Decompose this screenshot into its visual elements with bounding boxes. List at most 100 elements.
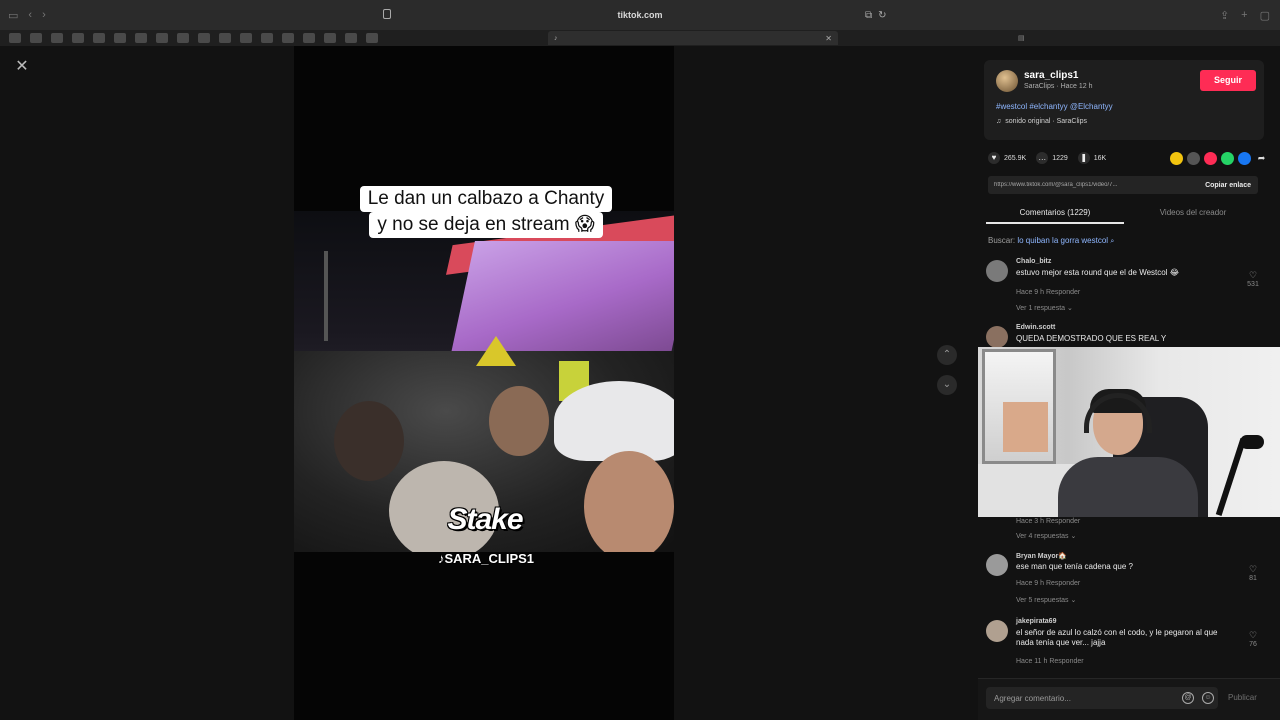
address-bar[interactable]: tiktok.com xyxy=(0,10,1280,20)
new-tab-icon[interactable]: + xyxy=(1241,9,1247,22)
video-scene-person xyxy=(584,451,674,552)
pinned-tab[interactable] xyxy=(30,33,42,43)
pinned-tab[interactable] xyxy=(93,33,105,43)
comment-like-count: 531 xyxy=(1247,281,1259,288)
comment-bar: @ ☺ Publicar xyxy=(978,678,1280,720)
whatsapp-icon[interactable] xyxy=(1221,151,1234,165)
send-icon[interactable] xyxy=(1204,151,1217,165)
stake-logo: Stake xyxy=(447,503,523,536)
pinned-tab[interactable] xyxy=(324,33,336,43)
creator-card: sara_clips1 SaraClips · Hace 12 h Seguir… xyxy=(984,60,1264,140)
comment-like-button[interactable]: ♡ 76 xyxy=(1245,630,1261,648)
follow-button[interactable]: Seguir xyxy=(1200,70,1256,91)
tab-other[interactable]: ▤ xyxy=(1012,31,1272,45)
share-icon[interactable]: ⇪ xyxy=(1220,9,1229,22)
pinned-tab[interactable] xyxy=(198,33,210,43)
tab-creator-videos[interactable]: Videos del creador xyxy=(1124,204,1262,224)
view-replies-link[interactable]: Ver 4 respuestas ⌄ xyxy=(1016,532,1076,540)
next-video-icon[interactable]: ⌄ xyxy=(937,375,957,395)
avatar[interactable] xyxy=(986,620,1008,642)
pinned-tab[interactable] xyxy=(219,33,231,43)
pinned-tab[interactable] xyxy=(303,33,315,43)
pinned-tab[interactable] xyxy=(345,33,357,43)
heart-icon: ♥ xyxy=(988,152,1000,164)
share-icons: ➦ xyxy=(1170,151,1268,165)
heart-outline-icon: ♡ xyxy=(1248,564,1258,574)
comment-button[interactable]: … 1229 xyxy=(1036,152,1068,164)
comment-meta[interactable]: Hace 11 h Responder xyxy=(1016,658,1084,665)
comment-username[interactable]: Edwin.scott xyxy=(1016,324,1055,331)
comment-meta[interactable]: Hace 9 h Responder xyxy=(1016,289,1080,296)
comment-meta[interactable]: Hace 9 h Responder xyxy=(1016,580,1080,587)
caption-line: y no se deja en stream 😱 xyxy=(369,212,603,238)
like-button[interactable]: ♥ 265.9K xyxy=(988,152,1026,164)
view-replies-link[interactable]: Ver 1 respuesta ⌄ xyxy=(1016,304,1073,312)
comment-like-button[interactable]: ♡ 531 xyxy=(1245,270,1261,288)
address-actions[interactable]: ⧉ ↻ xyxy=(865,10,887,21)
sound-link[interactable]: ♫ sonido original · SaraClips xyxy=(996,118,1087,125)
video-caption: Le dan un calbazo a Chanty y no se deja … xyxy=(340,186,632,238)
comment-item: Edwin.scott QUEDA DEMOSTRADO QUE ES REAL… xyxy=(986,324,1261,348)
avatar[interactable] xyxy=(986,326,1008,348)
comment-item: Hace 3 h Responder Ver 4 respuestas ⌄ xyxy=(986,518,1261,544)
facebook-icon[interactable] xyxy=(1238,151,1251,165)
view-replies-link[interactable]: Ver 5 respuestas ⌄ xyxy=(1016,596,1076,604)
pinned-tab[interactable] xyxy=(114,33,126,43)
tab-favicon-icon: ▤ xyxy=(1018,35,1025,42)
copy-link-button[interactable]: Copiar enlace xyxy=(1205,182,1258,189)
search-suggestion[interactable]: Buscar: lo quiban la gorra westcol ⌕ xyxy=(988,236,1114,246)
link-row: https://www.tiktok.com/@sara_clips1/vide… xyxy=(988,176,1258,194)
save-count: 16K xyxy=(1093,154,1107,162)
pinned-tab[interactable] xyxy=(156,33,168,43)
pinned-tab[interactable] xyxy=(9,33,21,43)
pinned-tab[interactable] xyxy=(240,33,252,43)
pinned-tab[interactable] xyxy=(282,33,294,43)
music-note-icon: ♫ xyxy=(996,118,1002,125)
pinned-tab[interactable] xyxy=(177,33,189,43)
comment-username[interactable]: jakepirata69 xyxy=(1016,618,1056,625)
reload-icon[interactable]: ↻ xyxy=(878,10,886,21)
pinned-tab[interactable] xyxy=(135,33,147,43)
comment-meta[interactable]: Hace 3 h Responder xyxy=(1016,518,1080,525)
webcam-mic xyxy=(1240,435,1264,449)
action-bar: ♥ 265.9K … 1229 ❚ 16K ➦ xyxy=(988,148,1268,168)
video-scene-person xyxy=(489,386,549,456)
post-button[interactable]: Publicar xyxy=(1228,693,1257,702)
embed-icon[interactable] xyxy=(1187,151,1200,165)
previous-video-icon[interactable]: ⌃ xyxy=(937,345,957,365)
close-icon[interactable]: ✕ xyxy=(13,58,31,76)
comment-text: el señor de azul lo calzó con el codo, y… xyxy=(1016,628,1218,647)
mention-icon[interactable]: @ xyxy=(1182,692,1194,704)
pinned-tab[interactable] xyxy=(51,33,63,43)
comment-item: Chalo_bitz estuvo mejor esta round que e… xyxy=(986,258,1261,318)
pinned-tab[interactable] xyxy=(261,33,273,43)
tab-comments[interactable]: Comentarios (1229) xyxy=(986,204,1124,224)
heart-outline-icon: ♡ xyxy=(1248,270,1258,280)
close-tab-icon[interactable]: ✕ xyxy=(825,34,832,43)
search-query[interactable]: lo quiban la gorra westcol xyxy=(1017,236,1108,245)
video-player[interactable]: Le dan un calbazo a Chanty y no se deja … xyxy=(294,46,674,720)
creator-username[interactable]: sara_clips1 xyxy=(1024,70,1079,81)
pinned-tab[interactable] xyxy=(72,33,84,43)
tiktok-favicon-icon: ♪ xyxy=(554,34,558,42)
emoji-icon[interactable]: ☺ xyxy=(1202,692,1214,704)
emoji-icon[interactable] xyxy=(1170,151,1183,165)
tab-active[interactable]: ♪ ✕ xyxy=(548,31,838,45)
pinned-tab[interactable] xyxy=(366,33,378,43)
comment-like-button[interactable]: ♡ 81 xyxy=(1245,564,1261,582)
save-button[interactable]: ❚ 16K xyxy=(1077,152,1107,164)
avatar[interactable] xyxy=(986,260,1008,282)
comment-username[interactable]: Bryan Mayor🏠 xyxy=(1016,552,1067,560)
avatar[interactable] xyxy=(996,70,1018,92)
caption-line: Le dan un calbazo a Chanty xyxy=(359,186,613,212)
picture-in-picture-icon[interactable]: ⧉ xyxy=(865,10,872,21)
share-arrow-icon[interactable]: ➦ xyxy=(1255,152,1268,165)
comment-username[interactable]: Chalo_bitz xyxy=(1016,258,1051,265)
avatar[interactable] xyxy=(986,554,1008,576)
hashtags[interactable]: #westcol #elchantyy @Elchantyy xyxy=(996,102,1113,111)
webcam-building xyxy=(1003,402,1048,452)
toolbar-right[interactable]: ⇪ + ▢ xyxy=(1220,9,1270,22)
browser-title-bar: ▭ ‹ › tiktok.com ⧉ ↻ ⇪ + ▢ xyxy=(0,0,1280,30)
tab-overview-icon[interactable]: ▢ xyxy=(1260,9,1270,22)
video-link[interactable]: https://www.tiktok.com/@sara_clips1/vide… xyxy=(988,182,1183,188)
